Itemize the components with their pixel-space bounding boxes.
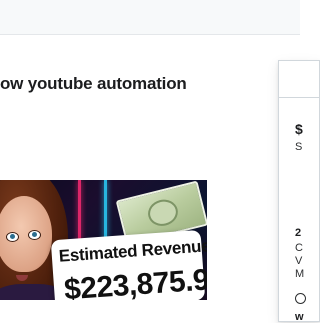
estimated-revenue-value: $223,875.9 xyxy=(63,263,207,300)
estimated-revenue-label: Estimated Revenue xyxy=(58,236,207,266)
sidebar-stat-line-1: C xyxy=(295,242,303,254)
estimated-revenue-card: Estimated Revenue $223,875.9 xyxy=(50,229,207,300)
purchase-sidebar-card: $ S 2 C V M w xyxy=(278,60,320,323)
thumbnail-person-face xyxy=(0,196,52,281)
sidebar-footer-text: w xyxy=(295,311,304,323)
course-title: ow youtube automation xyxy=(0,74,187,94)
money-bill-portrait-oval xyxy=(145,196,181,230)
sidebar-stat-line-3: M xyxy=(295,268,305,280)
top-navigation-bar xyxy=(0,0,300,35)
sidebar-stat-number: 2 xyxy=(295,227,302,239)
sidebar-card-header xyxy=(279,61,319,98)
course-thumbnail[interactable]: Estimated Revenue $223,875.9 xyxy=(0,180,207,300)
thumbnail-eye-right xyxy=(28,230,41,240)
thumbnail-eye-left xyxy=(6,232,19,242)
sidebar-stat-line-2: V xyxy=(295,255,303,267)
course-price: $ xyxy=(295,121,303,137)
clock-icon xyxy=(295,293,306,304)
sidebar-line-1: S xyxy=(295,141,303,153)
